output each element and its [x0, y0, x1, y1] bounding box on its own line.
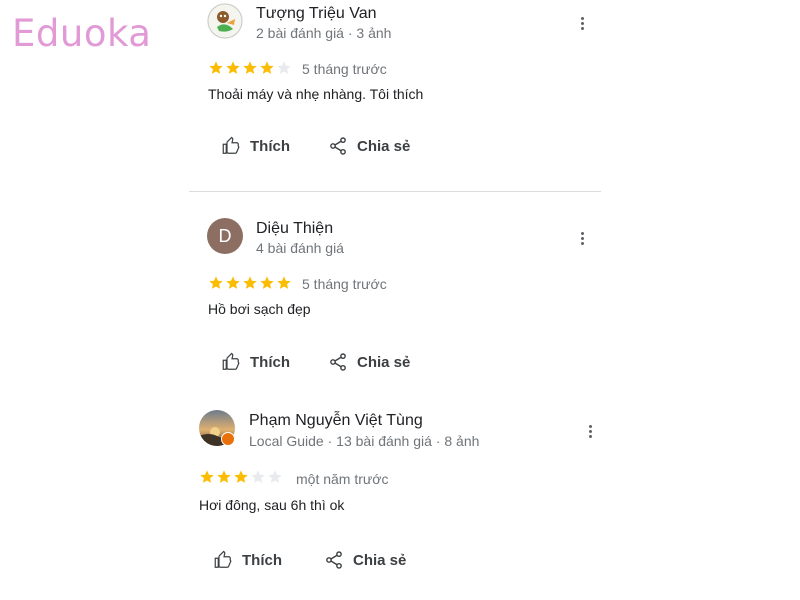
share-icon — [330, 353, 346, 371]
star-filled-icon — [209, 276, 223, 289]
avatar[interactable]: D — [207, 218, 243, 254]
thumbs-up-icon — [222, 352, 240, 370]
star-rating — [208, 275, 292, 291]
share-label: Chia sẻ — [357, 353, 411, 371]
thumbs-up-icon — [214, 550, 232, 568]
more-options-icon[interactable] — [580, 421, 600, 441]
star-empty-icon — [277, 61, 291, 74]
share-icon — [326, 551, 342, 569]
star-filled-icon — [243, 61, 257, 74]
star-filled-icon — [243, 276, 257, 289]
avatar[interactable] — [207, 3, 243, 39]
like-button[interactable]: Thích — [221, 352, 290, 372]
review-text: Hơi đông, sau 6h thì ok — [199, 497, 345, 513]
thumbs-up-icon — [222, 136, 240, 154]
star-empty-icon — [251, 470, 265, 483]
star-filled-icon — [234, 470, 248, 483]
reviewer-name[interactable]: Tượng Triệu Van — [256, 5, 377, 23]
share-label: Chia sẻ — [353, 551, 407, 569]
like-button[interactable]: Thích — [221, 136, 290, 156]
star-filled-icon — [217, 470, 231, 483]
like-label: Thích — [250, 137, 290, 155]
reviewer-meta: 4 bài đánh giá — [256, 240, 344, 256]
reviewer-name[interactable]: Phạm Nguyễn Việt Tùng — [249, 412, 423, 430]
like-label: Thích — [242, 551, 282, 569]
share-button[interactable]: Chia sẻ — [328, 352, 410, 372]
share-icon — [330, 137, 346, 155]
more-options-icon[interactable] — [572, 13, 592, 33]
star-rating — [208, 60, 292, 76]
eduoka-watermark: Eduoka — [12, 12, 152, 55]
star-empty-icon — [268, 470, 282, 483]
reviewer-meta: 2 bài đánh giá · 3 ảnh — [256, 25, 392, 41]
star-rating — [199, 469, 283, 485]
divider — [189, 191, 601, 192]
star-filled-icon — [226, 276, 240, 289]
reviewer-name[interactable]: Diệu Thiện — [256, 220, 333, 238]
star-filled-icon — [226, 61, 240, 74]
like-label: Thích — [250, 353, 290, 371]
review-time: 5 tháng trước — [302, 276, 387, 292]
star-filled-icon — [260, 61, 274, 74]
more-options-icon[interactable] — [572, 228, 592, 248]
review-text: Hồ bơi sạch đẹp — [208, 301, 311, 317]
review-time: một năm trước — [296, 471, 389, 487]
star-filled-icon — [209, 61, 223, 74]
review-text: Thoải máy và nhẹ nhàng. Tôi thích — [208, 86, 424, 102]
local-guide-badge-icon — [221, 432, 235, 446]
share-button[interactable]: Chia sẻ — [328, 136, 410, 156]
star-filled-icon — [260, 276, 274, 289]
star-filled-icon — [277, 276, 291, 289]
share-button[interactable]: Chia sẻ — [324, 550, 406, 570]
star-filled-icon — [200, 470, 214, 483]
like-button[interactable]: Thích — [213, 550, 282, 570]
share-label: Chia sẻ — [357, 137, 411, 155]
reviewer-meta: Local Guide · 13 bài đánh giá · 8 ảnh — [249, 433, 480, 449]
review-time: 5 tháng trước — [302, 61, 387, 77]
